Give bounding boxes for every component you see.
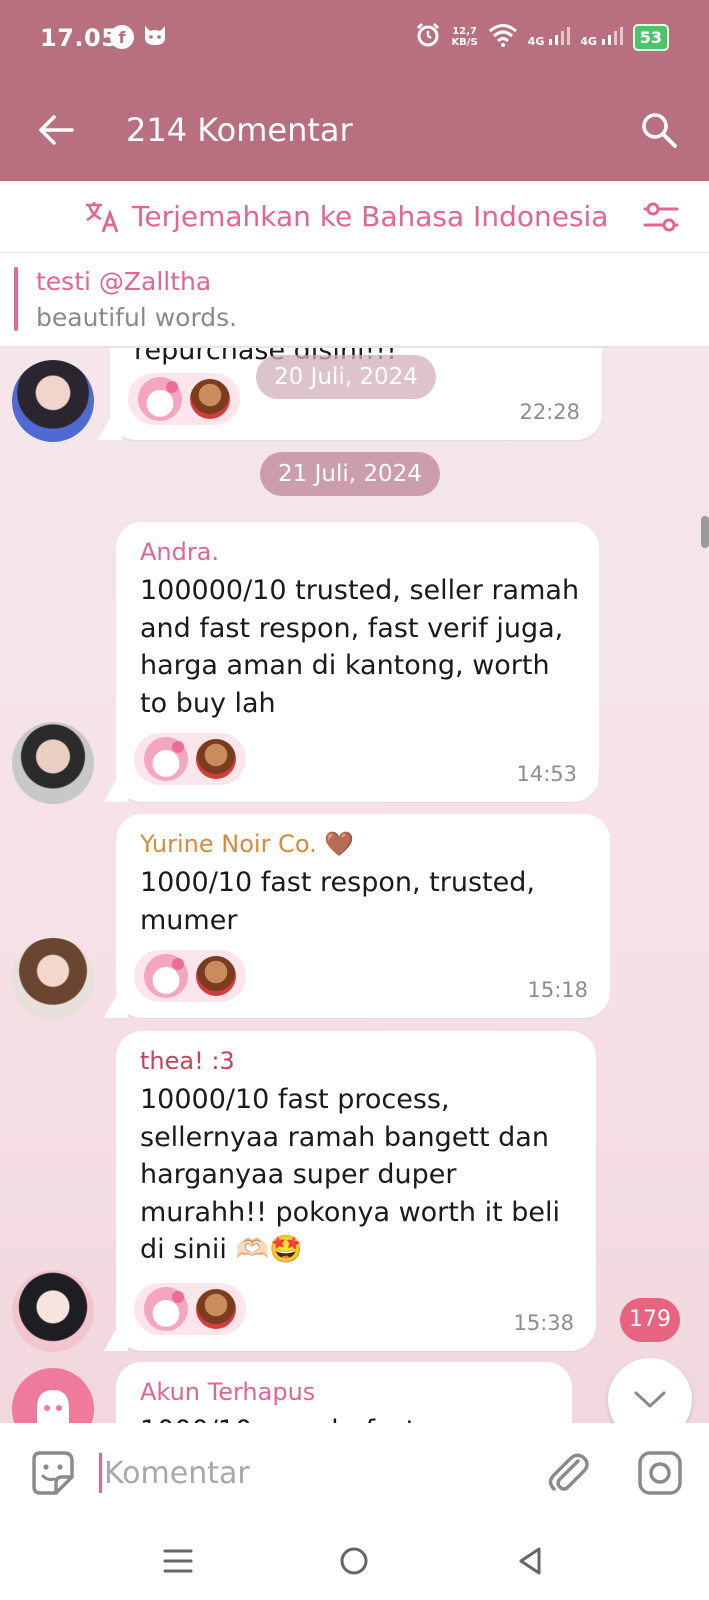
status-left-icons: f xyxy=(110,24,168,50)
reactions[interactable] xyxy=(134,1283,246,1335)
top-bar: 17.05 f 12,7 KB/S 4G 4G 53 214 Komentar xyxy=(0,0,709,181)
home-button[interactable] xyxy=(334,1541,374,1581)
comment-author[interactable]: thea! :3 xyxy=(140,1047,235,1075)
date-pill: 20 Juli, 2024 xyxy=(256,355,436,399)
avatar[interactable] xyxy=(12,1270,94,1352)
reaction-avatar xyxy=(196,956,236,996)
translate-icon xyxy=(86,202,119,233)
reaction-avatar xyxy=(196,739,236,779)
comment-text: 1000/10 fast respon, trusted, mumer xyxy=(140,867,535,936)
comment-author[interactable]: Akun Terhapus xyxy=(140,1378,315,1406)
unread-count-badge: 179 xyxy=(620,1298,680,1342)
signal-2: 4G xyxy=(580,26,623,48)
status-right-icons: 12,7 KB/S 4G 4G 53 xyxy=(415,22,669,52)
battery-indicator: 53 xyxy=(632,23,669,51)
facebook-icon: f xyxy=(110,25,134,49)
reaction-avatar xyxy=(196,1289,236,1329)
comment-text: 1000/10 ramah, fast xyxy=(140,1412,556,1423)
my-melody-sticker-icon xyxy=(144,1287,188,1331)
ghost-icon xyxy=(37,1390,69,1423)
triangle-back-icon xyxy=(519,1547,541,1575)
text-caret xyxy=(99,1453,102,1493)
arrow-left-icon xyxy=(39,115,74,145)
scroll-down-button[interactable] xyxy=(608,1358,692,1423)
reaction-avatar xyxy=(190,379,230,419)
comment-author[interactable]: Yurine Noir Co. 🤎 xyxy=(140,830,354,858)
menu-lines-icon xyxy=(163,1549,193,1573)
app-bar: 214 Komentar xyxy=(0,90,709,170)
avatar[interactable] xyxy=(12,722,94,804)
comment-input[interactable] xyxy=(104,1445,504,1501)
comment-bubble[interactable]: thea! :3 10000/10 fast process, sellerny… xyxy=(116,1031,596,1351)
date-separator: 21 Juli, 2024 xyxy=(260,452,440,496)
my-melody-sticker-icon xyxy=(138,377,182,421)
pinned-title: testi @Zalltha xyxy=(36,267,212,296)
pinned-text: beautiful words. xyxy=(36,303,238,332)
pinned-accent-bar xyxy=(14,267,18,331)
paperclip-icon[interactable] xyxy=(544,1447,592,1499)
translate-label[interactable]: Terjemahkan ke Bahasa Indonesia xyxy=(132,199,608,235)
settings-sliders-icon[interactable] xyxy=(641,197,681,237)
signal-1: 4G xyxy=(528,26,571,48)
home-circle-icon xyxy=(340,1547,368,1575)
back-nav-button[interactable] xyxy=(510,1541,550,1581)
comment-author[interactable]: Andra. xyxy=(140,538,219,566)
avatar[interactable] xyxy=(12,360,94,442)
signal-bars-icon xyxy=(549,26,571,45)
system-navigation-bar xyxy=(0,1523,709,1600)
comment-bubble[interactable]: Akun Terhapus 1000/10 ramah, fast xyxy=(116,1362,572,1423)
network-speed: 12,7 KB/S xyxy=(451,26,478,48)
sticker-icon[interactable] xyxy=(28,1449,76,1497)
my-melody-sticker-icon xyxy=(144,954,188,998)
comment-input-bar xyxy=(0,1423,709,1523)
back-button[interactable] xyxy=(34,108,78,152)
deleted-account-avatar[interactable] xyxy=(12,1368,94,1423)
status-time: 17.05 xyxy=(40,24,119,52)
reactions[interactable] xyxy=(134,733,246,785)
comment-bubble[interactable]: Yurine Noir Co. 🤎 1000/10 fast respon, t… xyxy=(116,814,610,1018)
comment-time: 14:53 xyxy=(516,762,577,786)
camera-icon[interactable] xyxy=(636,1449,684,1497)
wifi-icon xyxy=(488,23,518,51)
alarm-icon xyxy=(415,22,441,52)
my-melody-sticker-icon xyxy=(144,737,188,781)
comment-time: 15:18 xyxy=(527,978,588,1002)
cat-icon xyxy=(142,24,168,50)
status-bar: 17.05 f 12,7 KB/S 4G 4G 53 xyxy=(0,0,709,80)
comment-bubble[interactable]: Andra. 100000/10 trusted, seller ramah a… xyxy=(116,522,599,802)
scrollbar-thumb[interactable] xyxy=(701,516,709,548)
comment-text: 100000/10 trusted, seller ramah and fast… xyxy=(140,575,580,719)
reactions[interactable] xyxy=(128,373,240,425)
comment-time: 22:28 xyxy=(519,400,580,424)
comment-time: 15:38 xyxy=(513,1311,574,1335)
search-button[interactable] xyxy=(635,106,683,154)
search-icon xyxy=(642,113,677,148)
page-title: 214 Komentar xyxy=(126,111,353,149)
reactions[interactable] xyxy=(134,950,246,1002)
translate-bar[interactable]: Terjemahkan ke Bahasa Indonesia xyxy=(0,181,709,253)
chevron-down-icon xyxy=(634,1391,666,1408)
recent-apps-button[interactable] xyxy=(158,1541,198,1581)
comment-list[interactable]: repurchase disini!!! 22:28 20 Juli, 2024… xyxy=(0,348,709,1423)
pinned-message[interactable]: testi @Zalltha beautiful words. xyxy=(0,253,709,347)
comment-text: 10000/10 fast process, sellernyaa ramah … xyxy=(140,1084,560,1265)
signal-bars-icon xyxy=(601,26,623,45)
avatar[interactable] xyxy=(12,938,94,1020)
